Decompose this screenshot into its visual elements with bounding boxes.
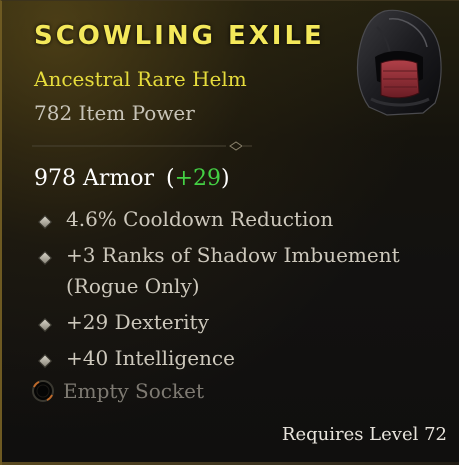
hooded-helm-icon: [356, 9, 442, 116]
diamond-bullet-icon: [37, 214, 53, 230]
armor-close-paren: ): [221, 166, 230, 191]
item-name: SCOWLING EXILE: [34, 21, 325, 51]
level-requirement: Requires Level 72: [281, 424, 447, 445]
affix-text: 4.6% Cooldown Reduction: [66, 207, 334, 231]
diamond-bullet-icon: [37, 317, 53, 333]
diamond-bullet-icon: [37, 250, 53, 266]
diamond-bullet-icon: [37, 353, 53, 369]
affix-row: +3 Ranks of Shadow Imbuement (Rogue Only…: [37, 243, 426, 302]
affix-row: +40 Intelligence: [37, 346, 426, 374]
item-tooltip: SCOWLING EXILE Ancestral Rare Helm 782 I…: [0, 0, 459, 465]
armor-delta-wrap: (+29): [166, 166, 230, 191]
item-type: Ancestral Rare Helm: [34, 67, 247, 91]
affix-row: 4.6% Cooldown Reduction: [37, 207, 426, 235]
affix-text: +29 Dexterity: [66, 310, 209, 334]
affix-text: +40 Intelligence: [66, 346, 235, 370]
empty-socket-icon: [32, 380, 54, 402]
socket-row: Empty Socket: [30, 378, 204, 404]
section-divider: [32, 141, 252, 151]
socket-label: Empty Socket: [63, 379, 204, 403]
armor-value: 978 Armor: [34, 166, 155, 191]
armor-delta: +29: [174, 166, 222, 191]
affix-text: +3 Ranks of Shadow Imbuement (Rogue Only…: [66, 243, 400, 298]
armor-open-paren: (: [166, 166, 175, 191]
affix-row: +29 Dexterity: [37, 310, 426, 338]
armor-stat: 978 Armor (+29): [34, 166, 230, 191]
item-power: 782 Item Power: [34, 101, 195, 125]
